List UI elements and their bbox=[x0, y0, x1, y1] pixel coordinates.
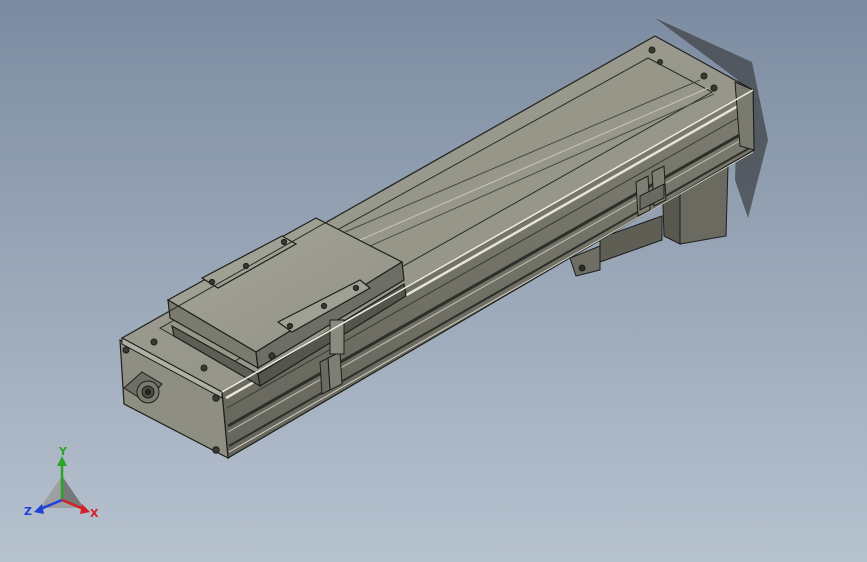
linear-actuator-model[interactable] bbox=[0, 0, 867, 562]
axis-triad[interactable]: Y Z X bbox=[22, 446, 106, 526]
cad-viewport[interactable]: Y Z X bbox=[0, 0, 867, 562]
x-axis-label: X bbox=[90, 507, 99, 520]
z-axis-label: Z bbox=[24, 505, 32, 518]
y-axis-label: Y bbox=[58, 446, 68, 458]
